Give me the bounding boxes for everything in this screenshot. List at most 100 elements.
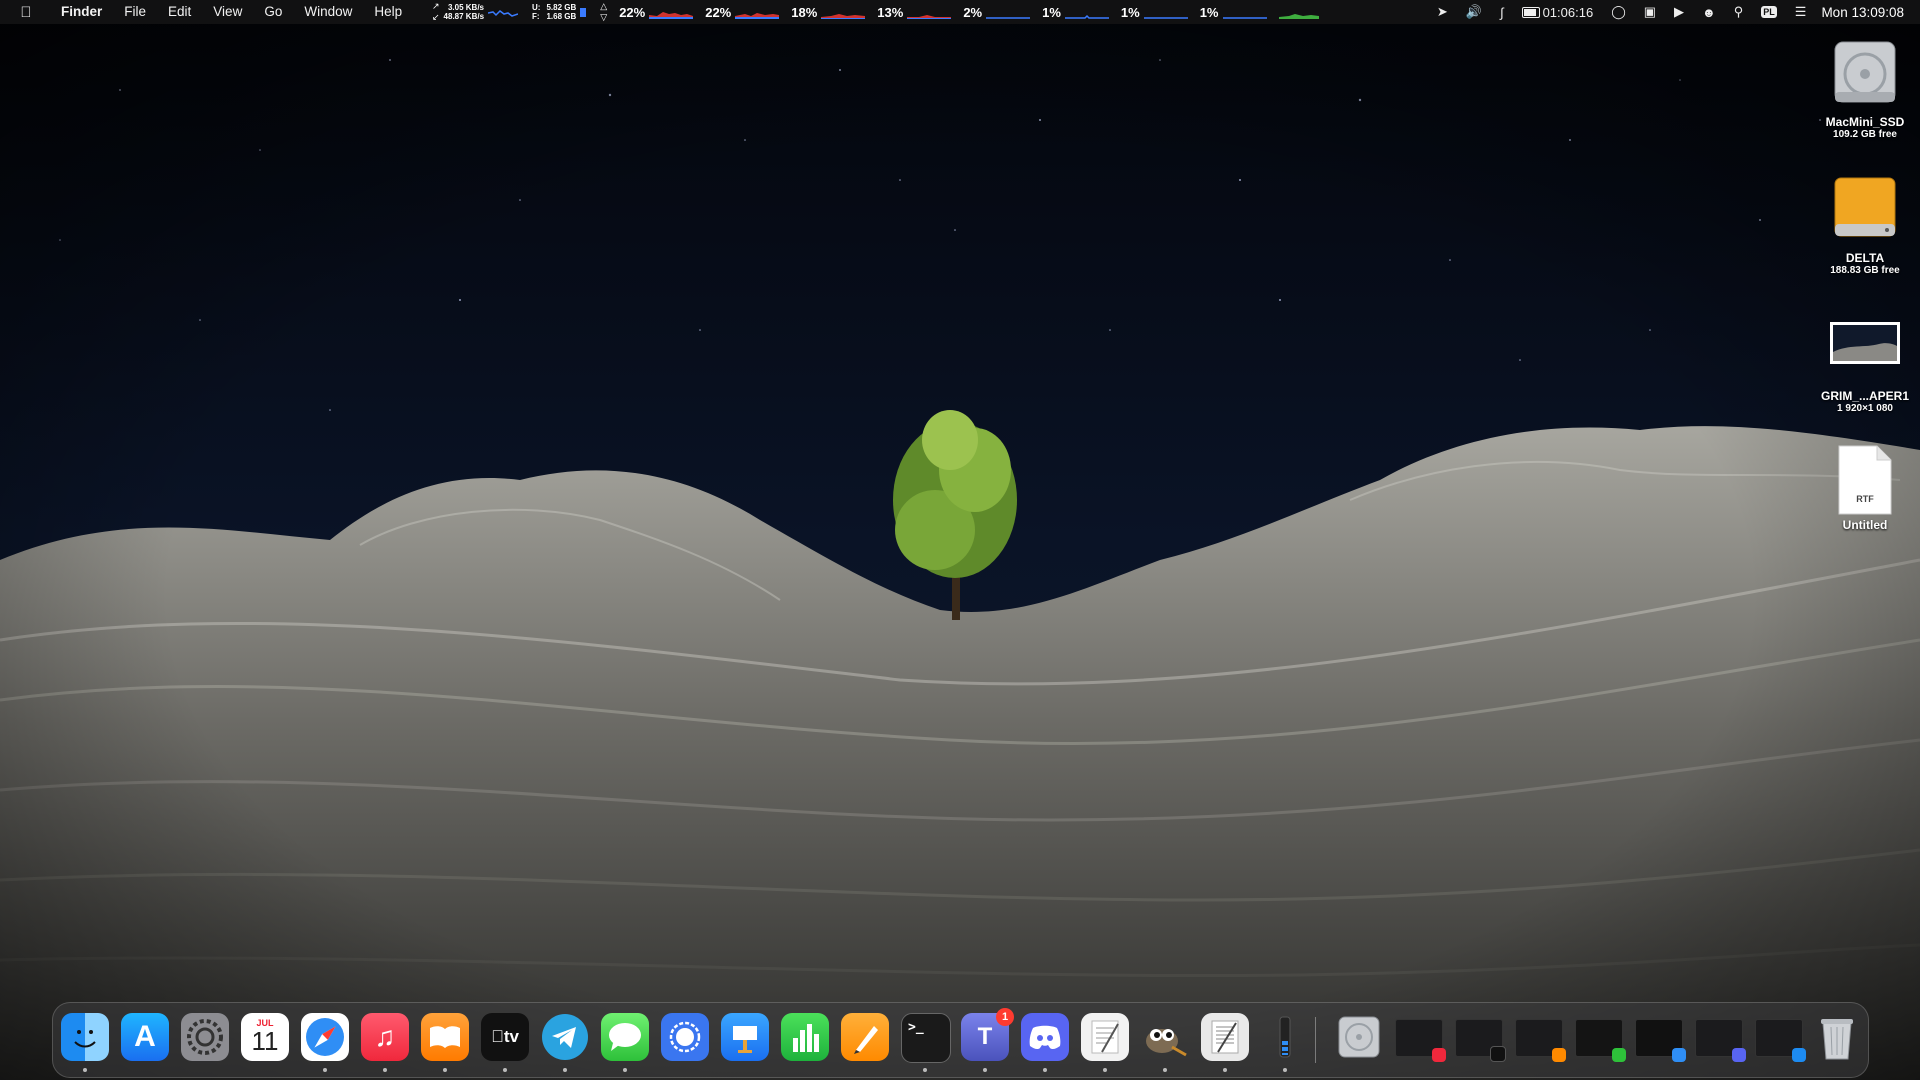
cpu-core-1-graph [649,5,694,19]
keynote-icon[interactable] [721,1013,769,1061]
desktop-icon-sub: 1 920×1 080 [1837,403,1893,414]
cpu-core-3[interactable]: 18% [791,5,866,20]
rtf-document-icon: RTF [1837,444,1893,516]
dock-separator [1315,1017,1316,1063]
desktop-icon-macmini-ssd[interactable]: MacMini_SSD 109.2 GB free [1810,36,1920,140]
cpu-core-7[interactable]: 1% [1121,5,1188,20]
safari-icon[interactable] [301,1013,349,1061]
messages-icon[interactable] [601,1013,649,1061]
menu-edit[interactable]: Edit [157,0,202,24]
external-drive-icon [1834,177,1896,237]
running-indicator [923,1068,927,1072]
cpu-core-4-value: 13% [877,4,904,20]
cpu-core-2-value: 22% [705,4,732,20]
numbers-icon[interactable] [781,1013,829,1061]
running-indicator [1043,1068,1047,1072]
menu-help[interactable]: Help [363,0,413,24]
running-indicator [1163,1068,1167,1072]
tv-window-thumbnail-icon[interactable] [1455,1019,1506,1062]
calendar-icon[interactable]: JUL 11 [241,1013,289,1061]
desktop-icon-label: Untitled [1842,518,1888,532]
finder-window-thumbnail-icon[interactable] [1755,1019,1806,1062]
finder-badge-icon [1792,1048,1806,1062]
gpu-graph[interactable] [1278,5,1319,19]
finder-icon[interactable] [61,1013,109,1061]
user-icon[interactable]: ☻ [1702,5,1716,20]
menu-file[interactable]: File [113,0,157,24]
menu-go[interactable]: Go [253,0,293,24]
bluetooth-icon[interactable]: ∫ [1500,5,1504,20]
cpu-core-7-graph [1143,5,1188,19]
music-window-thumbnail-icon[interactable] [1395,1019,1446,1062]
desktop-icon-delta[interactable]: DELTA 188.83 GB free [1810,172,1920,276]
messages-window-thumbnail-icon[interactable] [1575,1019,1626,1062]
cpu-core-5[interactable]: 2% [963,5,1031,20]
cpu-core-8[interactable]: 1% [1200,5,1267,20]
menu-view[interactable]: View [202,0,253,24]
memory-monitor[interactable]: U: F: 5.82 GB 1.68 GB [532,3,587,21]
desktop-icon-untitled[interactable]: RTF Untitled [1810,444,1920,532]
hard-drive-icon [1834,41,1896,103]
network-graph [487,5,519,19]
menu-clock[interactable]: Mon 13:09:08 [1821,5,1904,20]
network-monitor[interactable]: ↗ ↙ 3.05 KB/s 48.87 KB/s [432,1,519,23]
system-preferences-icon[interactable] [181,1013,229,1061]
telegram-send-icon[interactable]: ➤ [1437,4,1448,20]
cpu-core-1[interactable]: 22% [619,5,694,20]
desktop-icon-sub: 188.83 GB free [1830,265,1900,276]
terminal-prompt: >_ [908,1020,924,1035]
cpu-core-8-value: 1% [1199,4,1219,20]
battery-status[interactable]: 01:06:16 [1521,5,1593,20]
terminal-icon[interactable]: >_ [901,1013,951,1063]
textedit-icon[interactable] [1081,1013,1129,1061]
menu-app-name[interactable]: Finder [50,0,113,24]
volume-icon[interactable]: 🔊 [1466,4,1482,20]
trash-icon[interactable] [1813,1013,1861,1061]
apple-tv-icon[interactable]: tv [481,1013,529,1061]
document-type-tag: RTF [1856,494,1874,504]
spotlight-search-icon[interactable]: ⚲ [1734,4,1744,20]
menu-window[interactable]: Window [293,0,363,24]
desktop-icon-wallpaper-image[interactable]: GRIM_...APER1 1 920×1 080 [1810,318,1920,414]
books-window-thumbnail-icon[interactable] [1515,1019,1566,1062]
cpu-core-2[interactable]: 22% [705,4,780,20]
cpu-core-4-graph [907,5,952,19]
cpu-core-4[interactable]: 13% [877,4,952,20]
running-indicator [563,1068,567,1072]
apple-logo-icon[interactable]:  [16,4,36,21]
disk-utility-icon[interactable] [1335,1013,1383,1061]
cpu-core-3-graph [821,5,866,19]
running-indicator [443,1068,447,1072]
gimp-icon[interactable] [1141,1013,1189,1061]
pages-icon[interactable] [841,1013,889,1061]
running-indicator [503,1068,507,1072]
disk-activity-icon[interactable]: △ ▽ [600,1,607,23]
cpu-core-2-graph [735,5,780,19]
image-file-icon [1830,322,1900,364]
books-icon[interactable] [421,1013,469,1061]
teams-icon[interactable]: T 1 [961,1008,1014,1061]
discord-icon[interactable] [1021,1013,1069,1061]
system-stats[interactable]: ↗ ↙ 3.05 KB/s 48.87 KB/s U: F: 5.82 GB 1.… [432,0,1319,24]
app-store-icon[interactable]: A [121,1013,169,1061]
play-icon[interactable]: ▶ [1674,4,1684,20]
signal-icon[interactable] [661,1013,709,1061]
cpu-core-6[interactable]: 1% [1042,5,1109,20]
running-indicator [983,1068,987,1072]
airdrop-icon[interactable]: ◯ [1611,4,1626,20]
telegram-icon[interactable] [541,1013,589,1061]
memory-bar [580,7,587,17]
music-icon[interactable]: ♫ [361,1013,409,1061]
istat-menus-icon[interactable] [1261,1013,1309,1061]
music-badge-icon [1432,1048,1446,1062]
safari-window-thumbnail-icon[interactable] [1635,1019,1686,1062]
script-editor-icon[interactable] [1201,1013,1249,1061]
input-language[interactable]: PL [1761,6,1777,18]
control-center-icon[interactable]: ☰ [1795,4,1807,20]
safari-badge-icon [1672,1048,1686,1062]
discord-window-thumbnail-icon[interactable] [1695,1019,1746,1062]
cpu-core-7-value: 1% [1120,4,1140,20]
cast-icon[interactable]: ▣ [1644,4,1656,20]
input-language-label: PL [1761,6,1777,18]
desktop-wallpaper [0,0,1920,1080]
